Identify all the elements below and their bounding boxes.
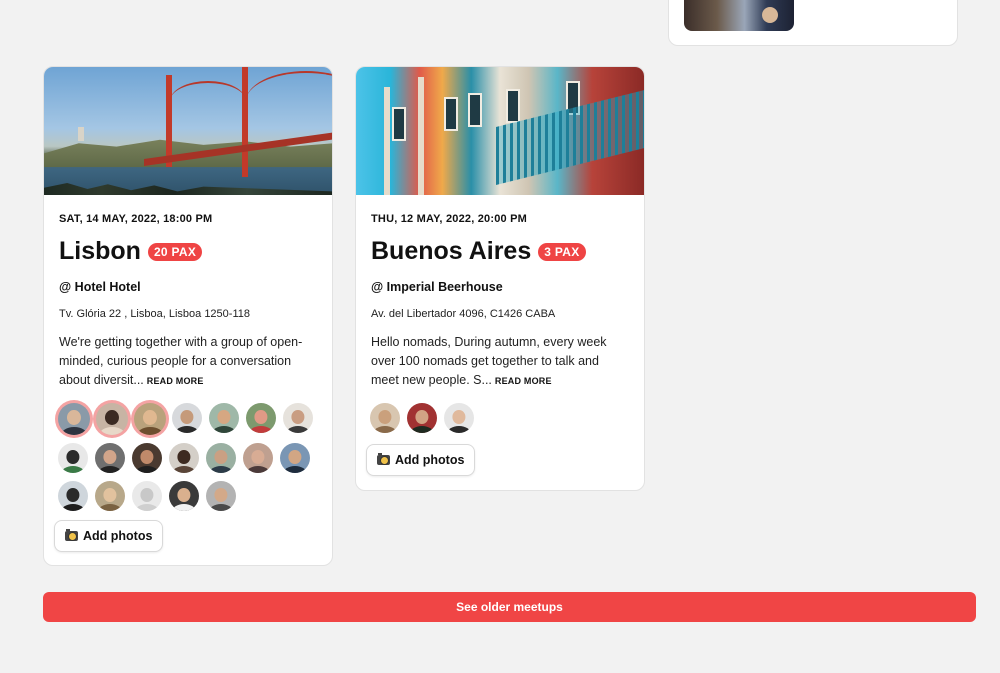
camera-icon [377, 453, 390, 465]
attendee-avatar[interactable] [206, 443, 236, 473]
meetup-card-lisbon: SAT, 14 MAY, 2022, 18:00 PM Lisbon 20 PA… [43, 66, 333, 566]
meetup-address: Av. del Libertador 4096, C1426 CABA [371, 308, 556, 320]
see-older-meetups-button[interactable]: See older meetups [43, 592, 976, 622]
attendee-avatar[interactable] [58, 481, 88, 511]
attendee-avatar[interactable] [169, 443, 199, 473]
meetup-description: We're getting together with a group of o… [59, 333, 317, 391]
attendee-avatar[interactable] [134, 403, 166, 435]
attendee-avatar[interactable] [246, 403, 276, 433]
read-more-link[interactable]: READ MORE [147, 376, 204, 386]
attendee-avatar[interactable] [444, 403, 474, 433]
attendee-avatar[interactable] [169, 481, 199, 511]
meetup-address: Tv. Glória 22 , Lisboa, Lisboa 1250-118 [59, 308, 250, 320]
meetup-venue: @ Hotel Hotel [59, 280, 141, 294]
previous-meetup-card [668, 0, 958, 46]
read-more-link[interactable]: READ MORE [495, 376, 552, 386]
attendee-avatar[interactable] [58, 403, 90, 435]
attendee-avatar[interactable] [283, 403, 313, 433]
attendee-avatar[interactable] [95, 481, 125, 511]
attendee-avatar[interactable] [132, 481, 162, 511]
attendee-avatar[interactable] [370, 403, 400, 433]
attendee-avatar[interactable] [132, 443, 162, 473]
meetup-venue: @ Imperial Beerhouse [371, 280, 503, 294]
pax-badge: 3 PAX [538, 242, 586, 261]
add-photos-button[interactable]: Add photos [54, 520, 164, 552]
description-text: Hello nomads, During autumn, every week … [371, 335, 607, 387]
add-photos-button[interactable]: Add photos [366, 444, 476, 476]
attendee-avatar[interactable] [243, 443, 273, 473]
add-photos-label: Add photos [83, 529, 153, 543]
meetup-city: Lisbon [59, 237, 141, 265]
meetup-date: THU, 12 MAY, 2022, 20:00 PM [371, 213, 528, 225]
pax-badge: 20 PAX [147, 242, 203, 261]
attendee-avatar[interactable] [96, 403, 128, 435]
meetup-hero-image [44, 67, 332, 195]
attendee-avatar[interactable] [280, 443, 310, 473]
attendee-avatars [370, 403, 640, 441]
attendee-avatars [58, 403, 328, 519]
meetup-description: Hello nomads, During autumn, every week … [371, 333, 629, 391]
meetup-city: Buenos Aires [371, 237, 532, 265]
attendee-avatar[interactable] [95, 443, 125, 473]
meetup-date: SAT, 14 MAY, 2022, 18:00 PM [59, 213, 213, 225]
attendee-avatar[interactable] [172, 403, 202, 433]
add-photos-label: Add photos [395, 453, 465, 467]
attendee-avatar[interactable] [58, 443, 88, 473]
attendee-avatar[interactable] [209, 403, 239, 433]
attendee-photo[interactable] [684, 0, 794, 31]
meetup-hero-image [356, 67, 644, 195]
camera-icon [65, 529, 78, 541]
attendee-avatar[interactable] [206, 481, 236, 511]
attendee-avatar[interactable] [407, 403, 437, 433]
meetup-card-buenos-aires: THU, 12 MAY, 2022, 20:00 PM Buenos Aires… [355, 66, 645, 491]
